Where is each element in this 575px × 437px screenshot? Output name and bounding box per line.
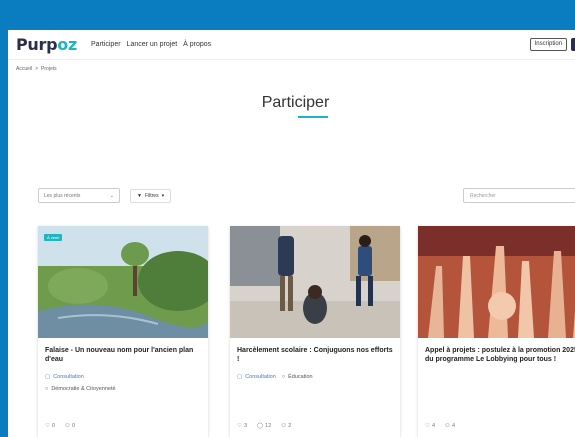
page-title: Participer [261,94,330,111]
header-actions: Inscription [529,38,575,51]
search-input[interactable]: Rechercher [463,188,575,203]
filter-button[interactable]: ▼ Filtres ▾ [130,188,172,203]
site-logo[interactable]: Purpoz [16,35,77,54]
circle-icon: ○ [45,386,49,392]
project-card[interactable]: Appel à projets : postulez à la promotio… [418,226,575,437]
sort-value: Les plus récents [44,192,81,199]
title-underline [298,116,328,118]
logo-accent-text: oz [57,35,77,54]
like-stat: ♡ 0 [45,423,55,429]
like-stat: ♡ 3 [237,423,247,429]
status-badge: À venir [44,234,63,241]
like-count: 3 [243,423,247,429]
sort-select[interactable]: Les plus récents ⌄ [38,188,120,203]
breadcrumb: Accueil > Projets [8,60,575,78]
tag-theme: ○ Éducation [282,374,313,380]
card-stats: ♡ 3 ◯ 12 ⚇ 2 [237,423,291,429]
person-icon: ⚇ [445,423,450,429]
project-title[interactable]: Harcèlement scolaire : Conjuguons nos ef… [237,346,393,368]
project-image [418,226,575,338]
project-title[interactable]: Appel à projets : postulez à la promotio… [425,346,575,368]
like-stat: ♡ 4 [425,423,435,429]
breadcrumb-current: Projets [41,66,57,72]
project-title[interactable]: Falaise - Un nouveau nom pour l'ancien p… [45,346,201,368]
tag-theme: ○ Démocratie & Citoyenneté [45,386,201,392]
nav-a-propos[interactable]: À propos [183,41,211,48]
comment-stat: ◯ 12 [257,423,271,429]
card-stats: ♡ 0 ⚇ 0 [45,423,75,429]
top-navbar: Purpoz Participer Lancer un projet À pro… [8,30,575,60]
tag-label: Consultation [245,374,276,380]
funnel-icon: ▼ [137,192,142,199]
thumb-icon: ♡ [237,423,242,429]
project-image [230,226,400,338]
thumb-icon: ♡ [45,423,50,429]
caret-down-icon: ▾ [161,192,165,199]
filter-label: Filtres [144,192,159,199]
tag-label: Démocratie & Citoyenneté [51,386,116,392]
like-count: 4 [431,423,435,429]
participant-stat: ⚇ 2 [281,423,291,429]
participant-stat: ⚇ 4 [445,423,455,429]
participant-count: 0 [71,423,75,429]
tag-icon: ▢ [237,374,243,380]
comment-icon: ◯ [257,423,264,429]
comment-count: 12 [265,423,272,429]
project-card[interactable]: À venir Falaise - Un nouveau nom pour l'… [38,226,208,437]
participant-count: 4 [451,423,455,429]
logo-text: Purp [16,35,58,54]
thumb-icon: ♡ [425,423,430,429]
tag-label: Éducation [288,374,313,380]
like-count: 0 [51,423,55,429]
signup-button[interactable]: Inscription [529,38,567,51]
tags-row: ▢ Consultation ○ Éducation [237,368,393,380]
card-stats: ♡ 4 ⚇ 4 [425,423,455,429]
main-nav: Participer Lancer un projet À propos [91,41,211,48]
login-button[interactable] [571,38,575,51]
circle-icon: ○ [281,374,286,380]
browser-page: Purpoz Participer Lancer un projet À pro… [8,30,575,437]
tag-consultation: ▢ Consultation [237,374,276,380]
tag-label: Consultation [53,374,84,380]
nav-lancer-projet[interactable]: Lancer un projet [127,41,178,48]
person-icon: ⚇ [281,423,287,429]
breadcrumb-separator: > [35,66,39,72]
tag-consultation: ▢ Consultation [45,374,201,380]
chevron-down-icon: ⌄ [109,192,114,199]
breadcrumb-home[interactable]: Accueil [16,66,32,72]
nav-participer[interactable]: Participer [91,41,121,48]
filters-bar: Les plus récents ⌄ ▼ Filtres ▾ [38,188,172,203]
tag-icon: ▢ [45,374,51,380]
project-card[interactable]: Harcèlement scolaire : Conjuguons nos ef… [230,226,400,437]
person-icon: ⚇ [65,423,70,429]
participant-count: 2 [288,423,292,429]
project-image: À venir [38,226,208,338]
participant-stat: ⚇ 0 [65,423,75,429]
